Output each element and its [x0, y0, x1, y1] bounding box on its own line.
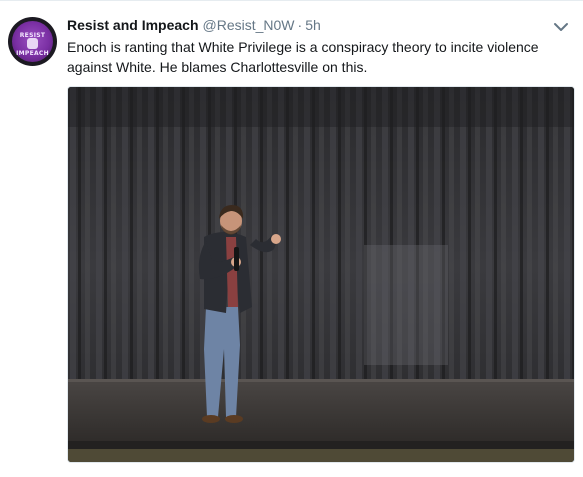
display-name[interactable]: Resist and Impeach	[67, 17, 199, 33]
tweet[interactable]: RESIST IMPEACH Resist and Impeach @Resist…	[0, 0, 583, 477]
tweet-text: Enoch is ranting that White Privilege is…	[67, 39, 539, 75]
raised-fist-icon	[27, 38, 38, 49]
tweet-media-image[interactable]	[67, 86, 575, 463]
avatar-text-bottom: IMPEACH	[16, 50, 49, 57]
avatar-text-top: RESIST	[19, 32, 46, 39]
tweet-header: Resist and Impeach @Resist_N0W · 5h	[67, 17, 321, 33]
avatar[interactable]: RESIST IMPEACH	[8, 17, 57, 66]
timestamp[interactable]: 5h	[305, 17, 321, 33]
separator-dot: ·	[297, 17, 303, 33]
user-handle[interactable]: @Resist_N0W	[203, 17, 295, 33]
chevron-down-icon[interactable]	[553, 20, 569, 32]
